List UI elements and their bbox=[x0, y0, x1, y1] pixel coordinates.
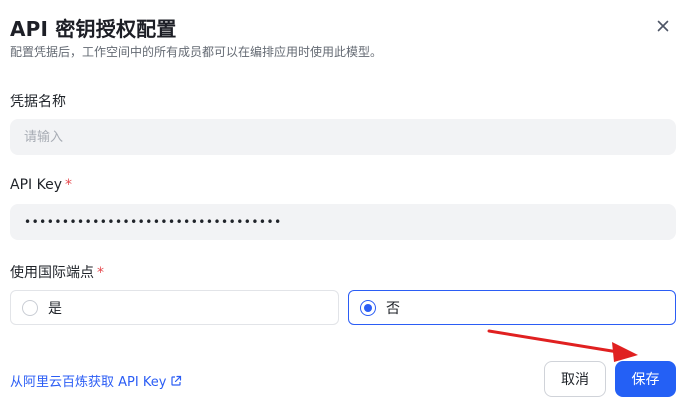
dialog-title: API 密钥授权配置 bbox=[10, 17, 177, 41]
radio-option-no[interactable]: 否 bbox=[348, 290, 676, 325]
api-key-input[interactable]: •••••••••••••••••••••••••••••••••• bbox=[10, 204, 676, 240]
radio-option-label: 是 bbox=[48, 300, 62, 317]
required-mark: * bbox=[64, 177, 72, 193]
radio-unchecked-icon bbox=[22, 299, 38, 316]
get-api-key-link[interactable]: 从阿里云百炼获取 API Key bbox=[10, 371, 182, 390]
external-link-icon bbox=[171, 375, 182, 386]
radio-option-label: 否 bbox=[386, 300, 400, 317]
api-key-label: API Key * bbox=[10, 177, 72, 193]
close-button[interactable] bbox=[652, 15, 674, 37]
api-key-value: •••••••••••••••••••••••••••••••••• bbox=[24, 215, 282, 229]
cancel-button[interactable]: 取消 bbox=[544, 361, 606, 397]
save-button[interactable]: 保存 bbox=[615, 361, 676, 397]
dialog-subtitle: 配置凭据后，工作空间中的所有成员都可以在编排应用时使用此模型。 bbox=[10, 45, 383, 59]
required-mark: * bbox=[97, 265, 104, 281]
close-icon bbox=[657, 20, 669, 32]
credential-name-label: 凭据名称 bbox=[10, 94, 66, 110]
radio-option-yes[interactable]: 是 bbox=[10, 290, 339, 325]
credential-name-input[interactable] bbox=[10, 119, 676, 155]
radio-checked-icon bbox=[360, 299, 376, 316]
international-endpoint-label: 使用国际端点 * bbox=[10, 265, 104, 281]
